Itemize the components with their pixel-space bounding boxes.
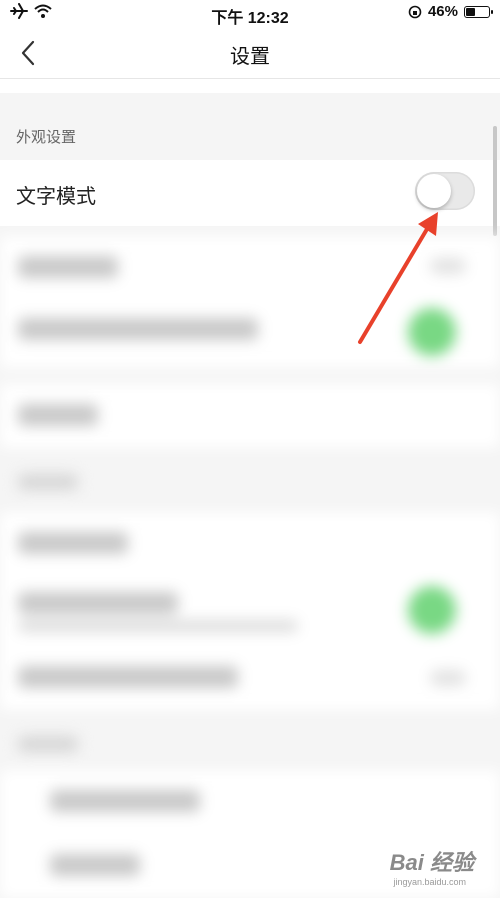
watermark-url: jingyan.baidu.com	[393, 877, 466, 887]
watermark: Bai 经验	[389, 850, 474, 875]
annotation-arrow-icon	[358, 212, 438, 344]
arrow-head	[418, 212, 438, 236]
arrow-shaft	[358, 222, 432, 344]
